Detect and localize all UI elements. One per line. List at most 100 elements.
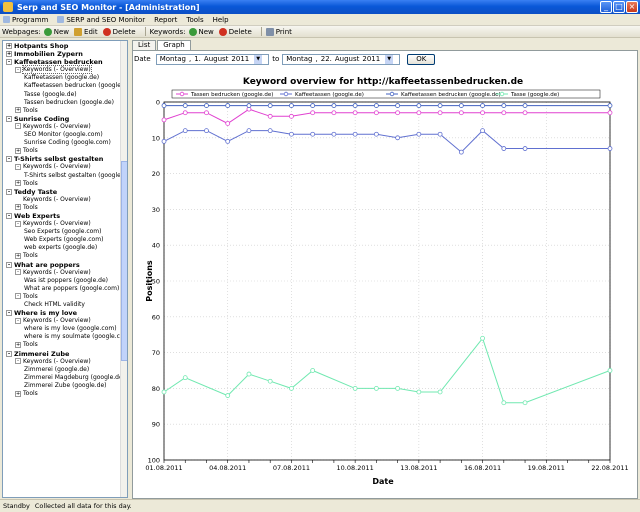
tree-item[interactable]: What are poppers (google.com) [3, 285, 127, 293]
collapse-icon[interactable]: - [15, 269, 21, 276]
collapse-icon[interactable]: - [6, 156, 12, 163]
collapse-icon[interactable]: - [6, 59, 12, 66]
tab-list[interactable]: List [132, 40, 157, 50]
tree-item[interactable]: - Sunrise Coding [3, 115, 127, 123]
expand-icon[interactable]: + [15, 107, 21, 114]
delete-webpage-button[interactable]: Delete [102, 27, 136, 36]
collapse-icon[interactable]: - [15, 220, 21, 227]
collapse-icon[interactable]: - [6, 350, 12, 357]
tree-item[interactable]: - Tools [3, 293, 127, 301]
tree-item[interactable]: + Hotpants Shop [3, 42, 127, 50]
tree-item[interactable]: Keywords (- Overview) [3, 196, 127, 204]
tree-item-label: Keywords (- Overview) [23, 317, 91, 325]
app-icon [3, 2, 13, 12]
tree-item[interactable]: - Keywords (- Overview) [3, 358, 127, 366]
new-webpage-button[interactable]: New [43, 27, 69, 36]
webpage-tree[interactable]: + Hotpants Shop + Immobilien Zypern - Kaffeet… [2, 40, 128, 498]
menu-tools[interactable]: Tools [186, 16, 203, 24]
collapse-icon[interactable]: - [6, 212, 12, 219]
ok-button[interactable]: OK [407, 53, 436, 65]
tree-item[interactable]: Zimmerei Zube (google.de) [3, 382, 127, 390]
tree-scrollbar[interactable] [120, 41, 127, 497]
collapse-icon[interactable]: - [15, 163, 21, 170]
tree-item[interactable]: T-Shirts selbst gestalten (google.de) [3, 172, 127, 180]
tree-item[interactable]: + Tools [3, 341, 127, 349]
minimize-button[interactable]: _ [600, 1, 612, 13]
tree-item[interactable]: - Keywords (- Overview) [3, 163, 127, 171]
collapse-icon[interactable]: - [15, 123, 21, 130]
to-date-picker[interactable]: Montag, 22. August 2011 ▼ [282, 53, 401, 65]
chevron-down-icon[interactable]: ▼ [254, 54, 263, 64]
tree-item[interactable]: - Keywords (- Overview) [3, 220, 127, 228]
collapse-icon[interactable]: - [15, 317, 21, 324]
collapse-icon[interactable]: - [6, 115, 12, 122]
collapse-icon[interactable]: - [15, 358, 21, 365]
tree-item[interactable]: Zimmerei (google.de) [3, 366, 127, 374]
from-date-picker[interactable]: Montag, 1. August 2011 ▼ [155, 53, 270, 65]
tree-item[interactable]: where is my love (google.com) [3, 325, 127, 333]
menu-report[interactable]: Report [154, 16, 177, 24]
data-point [204, 110, 209, 116]
expand-icon[interactable]: + [6, 51, 12, 58]
new-keyword-button[interactable]: New [188, 27, 214, 36]
tree-item[interactable]: - Keywords (- Overview) [3, 317, 127, 325]
tree-item[interactable]: - Keywords (- Overview) [3, 269, 127, 277]
expand-icon[interactable]: + [15, 252, 21, 259]
tree-item[interactable]: - T-Shirts selbst gestalten [3, 155, 127, 163]
tree-item[interactable]: Check HTML validity [3, 301, 127, 309]
collapse-icon[interactable]: - [6, 310, 12, 317]
scrollbar-thumb[interactable] [121, 161, 127, 361]
tree-item[interactable]: Kaffeetassen bedrucken (google.de) [3, 82, 127, 90]
tree-item[interactable]: + Tools [3, 204, 127, 212]
collapse-icon[interactable]: - [6, 188, 12, 195]
tree-item[interactable]: - What are poppers [3, 261, 127, 269]
data-point [204, 128, 209, 134]
expand-icon[interactable]: + [15, 341, 21, 348]
collapse-icon[interactable]: - [6, 261, 12, 268]
tree-item[interactable]: Zimmerei Magdeburg (google.de) [3, 374, 127, 382]
collapse-icon[interactable]: - [15, 293, 21, 300]
expand-icon[interactable]: + [15, 180, 21, 187]
tree-item[interactable]: SEO Monitor (google.com) [3, 131, 127, 139]
tree-item[interactable]: - Zimmerei Zube [3, 350, 127, 358]
tree-item[interactable]: - Keywords (- Overview) [3, 65, 127, 75]
expand-icon[interactable]: + [15, 390, 21, 397]
maximize-button[interactable]: □ [613, 1, 625, 13]
tree-item[interactable]: + Tools [3, 252, 127, 260]
tree-item[interactable]: - Where is my love [3, 309, 127, 317]
tree-item[interactable]: + Tools [3, 180, 127, 188]
data-point [416, 389, 422, 395]
from-day: 1. [194, 55, 201, 63]
tree-item[interactable]: + Tools [3, 390, 127, 398]
tree-item[interactable]: + Tools [3, 107, 127, 115]
close-button[interactable]: × [626, 1, 638, 13]
tree-item[interactable]: Sunrise Coding (google.com) [3, 139, 127, 147]
tree-item[interactable]: + Immobilien Zypern [3, 50, 127, 58]
tree-item-label: Keywords (- Overview) [23, 163, 91, 171]
collapse-icon[interactable]: - [15, 66, 21, 73]
tree-item-label: Kaffeetassen bedrucken (google.de) [24, 82, 128, 90]
tree-item[interactable]: Tassen bedrucken (google.de) [3, 99, 127, 107]
tree-item[interactable]: Seo Experts (google.com) [3, 228, 127, 236]
tree-item[interactable]: Tasse (google.de) [3, 91, 127, 99]
tree-item[interactable]: web experts (google.de) [3, 244, 127, 252]
tree-item[interactable]: Kaffeetassen (google.de) [3, 74, 127, 82]
expand-icon[interactable]: + [15, 204, 21, 211]
tree-item[interactable]: where is my soulmate (google.com) [3, 333, 127, 341]
data-point [204, 103, 209, 108]
print-button[interactable]: Print [265, 27, 292, 36]
tree-item[interactable]: - Web Experts [3, 212, 127, 220]
chevron-down-icon[interactable]: ▼ [385, 54, 394, 64]
tree-item[interactable]: + Tools [3, 147, 127, 155]
tree-item[interactable]: - Keywords (- Overview) [3, 123, 127, 131]
expand-icon[interactable]: + [15, 147, 21, 154]
menu-help[interactable]: Help [213, 16, 229, 24]
menu-programm[interactable]: Programm [3, 16, 48, 24]
edit-webpage-button[interactable]: Edit [74, 27, 98, 36]
tree-item[interactable]: Web Experts (google.com) [3, 236, 127, 244]
menu-serp-seo-monitor[interactable]: SERP and SEO Monitor [57, 16, 145, 24]
tree-item[interactable]: Was ist poppers (google.de) [3, 277, 127, 285]
expand-icon[interactable]: + [6, 43, 12, 49]
tree-item[interactable]: - Teddy Taste [3, 188, 127, 196]
delete-keyword-button[interactable]: Delete [218, 27, 252, 36]
